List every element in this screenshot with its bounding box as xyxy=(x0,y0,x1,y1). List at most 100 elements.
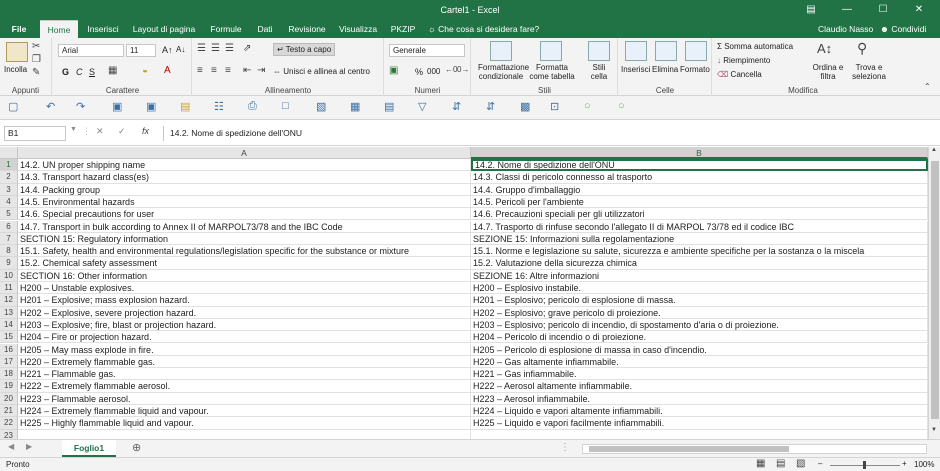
cell-a[interactable]: H202 – Explosive, severe projection haza… xyxy=(18,306,471,319)
tab-data[interactable]: Dati xyxy=(250,20,280,38)
account-name[interactable]: Claudio Nasso xyxy=(818,20,873,38)
formula-input[interactable]: 14.2. Nome di spedizione dell'ONU xyxy=(163,126,933,141)
grow-font-icon[interactable]: A↑ xyxy=(162,45,173,55)
tab-page-layout[interactable]: Layout di pagina xyxy=(128,20,200,38)
save-icon[interactable]: ▣ xyxy=(112,100,122,113)
save-as-icon[interactable]: ▣ xyxy=(146,100,156,113)
data-form-icon[interactable]: ▤ xyxy=(384,100,394,113)
horizontal-scrollbar[interactable] xyxy=(582,444,927,454)
cell-b[interactable]: H223 – Aerosol infiammabile. xyxy=(471,392,928,405)
zoom-slider-thumb[interactable] xyxy=(863,461,866,469)
cell-b[interactable]: 14.6. Precauzioni speciali per gli utili… xyxy=(471,208,928,221)
cell-b[interactable]: 14.7. Trasporto di rinfuse secondo l'all… xyxy=(471,220,928,233)
minimize-icon[interactable]: — xyxy=(832,0,862,20)
cell-a[interactable]: 15.1. Safety, health and environmental r… xyxy=(18,245,471,258)
tell-me-box[interactable]: ☼ Che cosa si desidera fare? xyxy=(428,20,539,38)
cell-b[interactable]: SEZIONE 15: Informazioni sulla regolamen… xyxy=(471,232,928,246)
cell-b[interactable]: 14.4. Gruppo d'imballaggio xyxy=(471,183,928,196)
tab-view[interactable]: Visualizza xyxy=(334,20,382,38)
column-header-b[interactable]: B xyxy=(471,147,928,159)
format-table-icon[interactable] xyxy=(540,41,562,61)
number-format-select[interactable]: Generale xyxy=(389,44,465,57)
thousands-button[interactable]: 000 xyxy=(427,67,440,76)
cell-b[interactable]: H224 – Liquido e vapori altamente infiam… xyxy=(471,405,928,418)
cell-a[interactable]: 14.7. Transport in bulk according to Ann… xyxy=(18,220,471,233)
row-header[interactable]: 10 xyxy=(0,269,18,282)
shrink-font-icon[interactable]: A↓ xyxy=(176,45,185,54)
cell-a[interactable]: H220 – Extremely flammable gas. xyxy=(18,355,471,369)
row-header[interactable]: 21 xyxy=(0,405,18,418)
cell-b[interactable]: H203 – Esplosivo; pericolo di incendio, … xyxy=(471,318,928,332)
row-header[interactable]: 17 xyxy=(0,355,18,369)
cell-a[interactable]: 14.5. Environmental hazards xyxy=(18,195,471,209)
row-header[interactable]: 6 xyxy=(0,220,18,233)
cancel-icon[interactable]: ✕ xyxy=(96,126,104,137)
cell-b[interactable]: 15.1. Norme e legislazione su salute, si… xyxy=(471,245,928,258)
cell-b[interactable]: 14.5. Pericoli per l'ambiente xyxy=(471,195,928,209)
row-header[interactable]: 16 xyxy=(0,343,18,356)
horizontal-scroll-thumb[interactable] xyxy=(589,446,789,452)
tab-formulas[interactable]: Formule xyxy=(204,20,248,38)
font-name-select[interactable]: Arial xyxy=(58,44,124,57)
cell-a[interactable]: H224 – Extremely flammable liquid and va… xyxy=(18,405,471,418)
page-setup-icon[interactable]: □ xyxy=(282,100,289,112)
cell-a[interactable]: H200 – Unstable explosives. xyxy=(18,282,471,295)
find-select-button[interactable]: Trova e seleziona xyxy=(849,63,889,81)
ribbon-display-icon[interactable]: ▤ xyxy=(796,0,826,20)
bold-button[interactable]: G xyxy=(62,67,69,77)
cell-a[interactable]: H204 – Fire or projection hazard. xyxy=(18,331,471,344)
orientation-icon[interactable]: ⇗ xyxy=(243,43,251,54)
cell-styles-icon[interactable] xyxy=(588,41,610,61)
format-table-button[interactable]: Formatta come tabella xyxy=(528,63,576,81)
row-header[interactable]: 23 xyxy=(0,429,18,439)
find-icon[interactable]: ⚲ xyxy=(857,40,867,57)
row-header[interactable]: 14 xyxy=(0,318,18,332)
sort-filter-icon[interactable]: A↕ xyxy=(817,41,832,56)
undo-icon[interactable]: ↶ xyxy=(46,100,55,113)
vertical-scrollbar[interactable]: ▲ ▼ xyxy=(928,147,940,439)
next-sheet-icon[interactable]: ▶ xyxy=(26,442,32,451)
row-header[interactable]: 2 xyxy=(0,171,18,184)
row-header[interactable]: 9 xyxy=(0,257,18,270)
percent-button[interactable]: % xyxy=(415,67,423,77)
increase-decimal-icon[interactable]: ←0 xyxy=(445,65,457,74)
scroll-thumb[interactable] xyxy=(931,161,939,419)
align-left-icon[interactable]: ≡ xyxy=(197,65,203,76)
scroll-up-icon[interactable]: ▲ xyxy=(931,147,937,153)
share-button[interactable]: ☻ Condividi xyxy=(880,20,926,38)
font-size-select[interactable]: 11 xyxy=(126,44,156,57)
row-header[interactable]: 13 xyxy=(0,306,18,319)
print-preview-icon[interactable]: ☷ xyxy=(214,100,224,113)
cell-a[interactable]: H205 – May mass explode in fire. xyxy=(18,343,471,356)
cell-b[interactable]: H200 – Esplosivo instabile. xyxy=(471,282,928,295)
split-handle-icon[interactable]: ⋮ xyxy=(560,442,570,453)
copy-icon[interactable]: ❐ xyxy=(32,54,41,65)
row-header[interactable]: 8 xyxy=(0,245,18,258)
row-header[interactable]: 12 xyxy=(0,294,18,307)
tab-pkzip[interactable]: PKZIP xyxy=(386,20,420,38)
name-box-dropdown-icon[interactable]: ▼ xyxy=(70,126,77,133)
align-middle-icon[interactable]: ☰ xyxy=(211,43,220,54)
tab-home[interactable]: Home xyxy=(40,20,78,38)
cell-a[interactable]: 14.4. Packing group xyxy=(18,183,471,196)
delete-cells-button[interactable]: Elimina xyxy=(652,65,678,74)
scroll-down-icon[interactable]: ▼ xyxy=(931,427,937,433)
cell-a[interactable]: H221 – Flammable gas. xyxy=(18,368,471,381)
sort-desc-icon[interactable]: ⇵ xyxy=(486,100,495,113)
cell-b[interactable]: H221 – Gas infiammabile. xyxy=(471,368,928,381)
cut-icon[interactable]: ✂ xyxy=(32,41,40,52)
autosum-button[interactable]: Σ Somma automatica xyxy=(717,42,793,51)
align-center-icon[interactable]: ≡ xyxy=(211,65,217,76)
merge-center-button[interactable]: ⇔ Unisci e allinea al centro xyxy=(273,67,370,76)
column-header-a[interactable]: A xyxy=(18,147,471,159)
row-header[interactable]: 7 xyxy=(0,232,18,246)
close-icon[interactable]: ✕ xyxy=(904,0,934,20)
clear-button[interactable]: ⌫ Cancella xyxy=(717,70,762,79)
cell-a[interactable]: 14.2. UN proper shipping name xyxy=(18,159,471,172)
prev-sheet-icon[interactable]: ◀ xyxy=(8,442,14,451)
zoom-level[interactable]: 100% xyxy=(914,460,934,469)
insert-function-button[interactable]: fx xyxy=(142,126,149,136)
cell-b[interactable]: 14.3. Classi di pericolo connesso al tra… xyxy=(471,171,928,184)
delete-cells-icon[interactable] xyxy=(655,41,677,61)
page-break-view-icon[interactable]: ▧ xyxy=(796,458,805,469)
